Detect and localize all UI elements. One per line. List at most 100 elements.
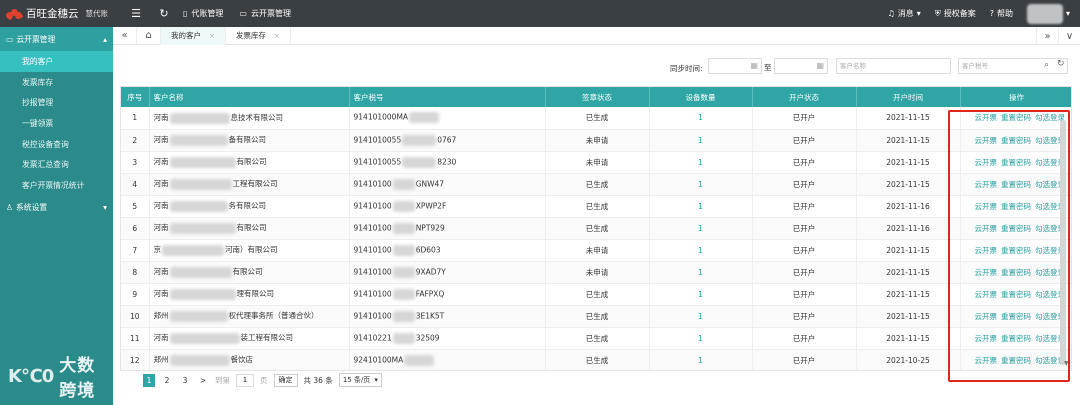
close-icon[interactable]: × [274, 32, 280, 40]
sidebar-item-tax-report[interactable]: 抄报管理 [0, 92, 113, 113]
column-header-no[interactable]: 序号 [121, 87, 150, 107]
column-header-open-date[interactable]: 开户时间 [856, 87, 961, 107]
device-count-cell[interactable]: 1 [649, 261, 753, 284]
cloud-invoice-link[interactable]: 云开票 [975, 246, 998, 255]
messages-menu[interactable]: ♫ 消息 ▾ [888, 8, 921, 19]
page-button-1[interactable]: 1 [143, 373, 155, 387]
sidebar-group-cloud-invoice[interactable]: ▭ 云开票管理 ▴ [0, 27, 113, 51]
reset-password-link[interactable]: 重置密码 [1001, 290, 1031, 299]
customer-tax-no-input[interactable] [958, 58, 1068, 74]
column-header-account-status[interactable]: 开户状态 [752, 87, 857, 107]
reset-password-link[interactable]: 重置密码 [1001, 334, 1031, 343]
scroll-down-icon[interactable]: ▼ [1064, 360, 1069, 367]
table-row[interactable]: 11 河南 装工程有限公司 91410221 32509 已生成 1 已开户 2021-11-1… [121, 327, 1071, 350]
sidebar-item-device-query[interactable]: 税控设备查询 [0, 134, 113, 155]
sidebar-item-one-click-claim[interactable]: 一键领票 [0, 113, 113, 134]
table-row[interactable]: 1 河南 息技术有限公司 914101000MA 已生成 1 已开户 2021-11-15 云开… [121, 107, 1071, 130]
cloud-invoice-link[interactable]: 云开票 [975, 113, 998, 122]
sync-end-date-input[interactable]: ▦ [774, 58, 828, 74]
goto-page-input[interactable] [236, 373, 254, 387]
reset-password-link[interactable]: 重置密码 [1001, 246, 1031, 255]
column-header-tax-no[interactable]: 客户税号 [349, 87, 546, 107]
table-row[interactable]: 7 京河南）有限公司 91410100 6D603 未申请 1 已开户 2021-11-15 云… [121, 239, 1071, 262]
page-button-3[interactable]: 3 [179, 374, 191, 387]
device-count-cell[interactable]: 1 [649, 327, 753, 350]
redacted-text [402, 156, 437, 168]
cloud-invoice-link[interactable]: 云开票 [975, 136, 998, 145]
goto-confirm-button[interactable]: 确定 [273, 373, 298, 387]
tab-bar: « ⌂ 我的客户 × 发票库存 × » ∨ [113, 26, 1080, 45]
user-menu[interactable]: ▾ [1026, 3, 1070, 24]
sidebar-item-invoice-summary[interactable]: 发票汇总查询 [0, 154, 113, 175]
cloud-invoice-link[interactable]: 云开票 [975, 290, 998, 299]
table-row[interactable]: 4 河南 工程有限公司 91410100 GNW47 已生成 1 已开户 2021-11-15 云… [121, 173, 1071, 196]
refresh-icon[interactable]: ↻ [157, 7, 171, 20]
authorization-link[interactable]: ⛨ 授权备案 [935, 8, 976, 19]
row-no: 8 [121, 261, 150, 284]
sidebar-item-customer-stats[interactable]: 客户开票情况统计 [0, 175, 113, 196]
next-page-icon[interactable]: > [197, 374, 209, 387]
reset-password-link[interactable]: 重置密码 [1001, 224, 1031, 233]
device-count-cell[interactable]: 1 [649, 107, 753, 130]
sidebar-item-invoice-stock[interactable]: 发票库存 [0, 72, 113, 93]
column-header-customer-name[interactable]: 客户名称 [149, 87, 350, 107]
tabs-scroll-left-icon[interactable]: « [113, 26, 137, 45]
device-count-cell[interactable]: 1 [649, 151, 753, 174]
cloud-invoice-link[interactable]: 云开票 [975, 312, 998, 321]
sidebar-item-my-customers[interactable]: 我的客户 [0, 51, 113, 72]
cloud-invoice-link[interactable]: 云开票 [975, 334, 998, 343]
device-count-cell[interactable]: 1 [649, 129, 753, 152]
table-row[interactable]: 3 河南 有限公司 9141010055 8230 未申请 1 已开户 2021-11-15 云开… [121, 151, 1071, 174]
cloud-invoice-link[interactable]: 云开票 [975, 158, 998, 167]
table-row[interactable]: 8 河南 有限公司 91410100 9XAD7Y 未申请 1 已开户 2021-11-15 云开… [121, 261, 1071, 284]
page-button-2[interactable]: 2 [161, 374, 173, 387]
table-row[interactable]: 12 郑州 餐饮店 92410100MA 已生成 1 已开户 2021-10-25 云开票 重置密… [121, 349, 1071, 370]
customer-name-input[interactable] [836, 58, 951, 74]
reset-password-link[interactable]: 重置密码 [1001, 356, 1031, 365]
brand[interactable]: 百旺金穗云 慧代账 [0, 0, 115, 27]
home-icon[interactable]: ⌂ [137, 26, 161, 45]
reset-password-link[interactable]: 重置密码 [1001, 113, 1031, 122]
sidebar-group-system-settings[interactable]: ♙ 系统设置 ▾ [0, 196, 113, 220]
reset-icon[interactable]: ↻ [1057, 59, 1065, 69]
tab-invoice-stock[interactable]: 发票库存 × [226, 26, 291, 45]
table-row[interactable]: 10 郑州 权代理事务所（普通合伙） 91410100 3E1K5T 已生成 1 已开户 202… [121, 305, 1071, 328]
search-icon[interactable]: ⌕ [1044, 60, 1049, 70]
sync-start-date-input[interactable]: ▦ [708, 58, 762, 74]
tabs-scroll-right-icon[interactable]: » [1036, 27, 1058, 45]
device-count-cell[interactable]: 1 [649, 349, 753, 370]
column-header-sign-status[interactable]: 签章状态 [545, 87, 650, 107]
device-count-cell[interactable]: 1 [649, 239, 753, 262]
reset-password-link[interactable]: 重置密码 [1001, 158, 1031, 167]
reset-password-link[interactable]: 重置密码 [1001, 136, 1031, 145]
device-count-cell[interactable]: 1 [649, 305, 753, 328]
page-size-select[interactable]: 15 条/页 ▾ [338, 373, 382, 387]
tab-my-customers[interactable]: 我的客户 × [161, 26, 226, 45]
cloud-invoice-link[interactable]: 云开票 [975, 224, 998, 233]
top-nav-agency[interactable]: ▯ 代账管理 [183, 8, 223, 19]
reset-password-link[interactable]: 重置密码 [1001, 202, 1031, 211]
reset-password-link[interactable]: 重置密码 [1001, 180, 1031, 189]
cloud-invoice-link[interactable]: 云开票 [975, 180, 998, 189]
cloud-invoice-link[interactable]: 云开票 [975, 268, 998, 277]
tabs-menu-icon[interactable]: ∨ [1058, 27, 1080, 45]
device-count-cell[interactable]: 1 [649, 195, 753, 218]
redacted-text [392, 288, 415, 300]
close-icon[interactable]: × [209, 32, 215, 40]
table-scrollbar[interactable] [1060, 120, 1066, 365]
table-row[interactable]: 9 河南 理有限公司 91410100 FAFPXQ 已生成 1 已开户 2021-11-15 云… [121, 283, 1071, 306]
table-row[interactable]: 2 河南 备有限公司 9141010055 0767 未申请 1 已开户 2021-11-15 云… [121, 129, 1071, 152]
help-link[interactable]: ? 帮助 [990, 8, 1013, 19]
device-count-cell[interactable]: 1 [649, 173, 753, 196]
reset-password-link[interactable]: 重置密码 [1001, 312, 1031, 321]
top-nav-cloud-invoice[interactable]: ▭ 云开票管理 [239, 8, 291, 19]
column-header-device-count[interactable]: 设备数量 [649, 87, 753, 107]
cloud-invoice-link[interactable]: 云开票 [975, 202, 998, 211]
device-count-cell[interactable]: 1 [649, 217, 753, 240]
device-count-cell[interactable]: 1 [649, 283, 753, 306]
menu-toggle-icon[interactable]: ☰ [129, 7, 143, 20]
cloud-invoice-link[interactable]: 云开票 [975, 356, 998, 365]
table-row[interactable]: 6 河南 有限公司 91410100 NPT929 已生成 1 已开户 2021-11-16 云开… [121, 217, 1071, 240]
table-row[interactable]: 5 河南 务有限公司 91410100 XPWP2F 已生成 1 已开户 2021-11-16 云… [121, 195, 1071, 218]
reset-password-link[interactable]: 重置密码 [1001, 268, 1031, 277]
